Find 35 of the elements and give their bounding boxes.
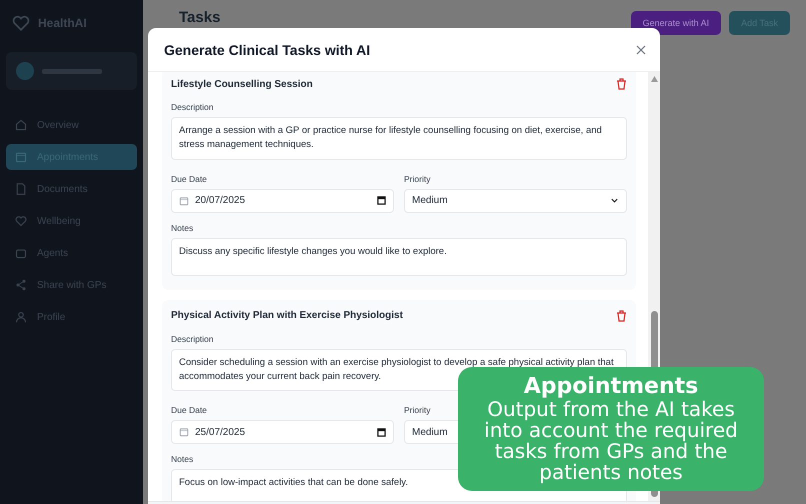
avatar — [16, 62, 34, 80]
notes-field[interactable]: Discuss any specific lifestyle changes you would like to explore. — [171, 238, 627, 276]
field-label: Description — [171, 102, 214, 112]
task-title: Lifestyle Counselling Session — [171, 78, 313, 90]
trash-icon[interactable] — [616, 310, 627, 322]
trash-icon[interactable] — [616, 78, 627, 90]
field-label: Priority — [404, 174, 430, 184]
home-icon — [15, 119, 27, 131]
field-label: Due Date — [171, 174, 207, 184]
calendar-icon[interactable] — [377, 196, 386, 205]
description-field[interactable]: Arrange a session with a GP or practice nurse for lifestyle counselling focusing on diet, exercise, and stress management techniques. — [171, 117, 627, 160]
calendar-icon — [179, 196, 189, 206]
close-icon[interactable] — [636, 44, 646, 54]
priority-dropdown[interactable]: Medium — [404, 188, 627, 212]
field-label: Notes — [171, 454, 194, 464]
field-label: Description — [171, 334, 214, 344]
heart-icon — [15, 215, 27, 227]
page-title: Tasks — [178, 9, 220, 26]
share-icon — [15, 279, 27, 291]
generate-button[interactable]: Generate with AI — [630, 11, 722, 35]
modal-title: Generate Clinical Tasks with AI — [164, 42, 370, 58]
field-label: Priority — [404, 405, 430, 415]
field-label: Due Date — [171, 405, 207, 415]
task-title: Physical Activity Plan with Exercise Physiologist — [171, 310, 403, 321]
field-label: Notes — [171, 222, 194, 232]
calendar-icon — [15, 151, 27, 163]
chevron-down-icon — [610, 196, 619, 205]
calendar-icon — [179, 427, 189, 437]
calendar-icon[interactable] — [377, 428, 386, 436]
heart-logo-icon — [12, 14, 30, 32]
file-icon — [15, 183, 27, 195]
user-icon — [15, 311, 27, 323]
date-field[interactable]: 20/07/2025 — [171, 188, 394, 212]
scroll-up-icon[interactable] — [650, 76, 658, 82]
date-field[interactable]: 25/07/2025 — [171, 420, 394, 444]
